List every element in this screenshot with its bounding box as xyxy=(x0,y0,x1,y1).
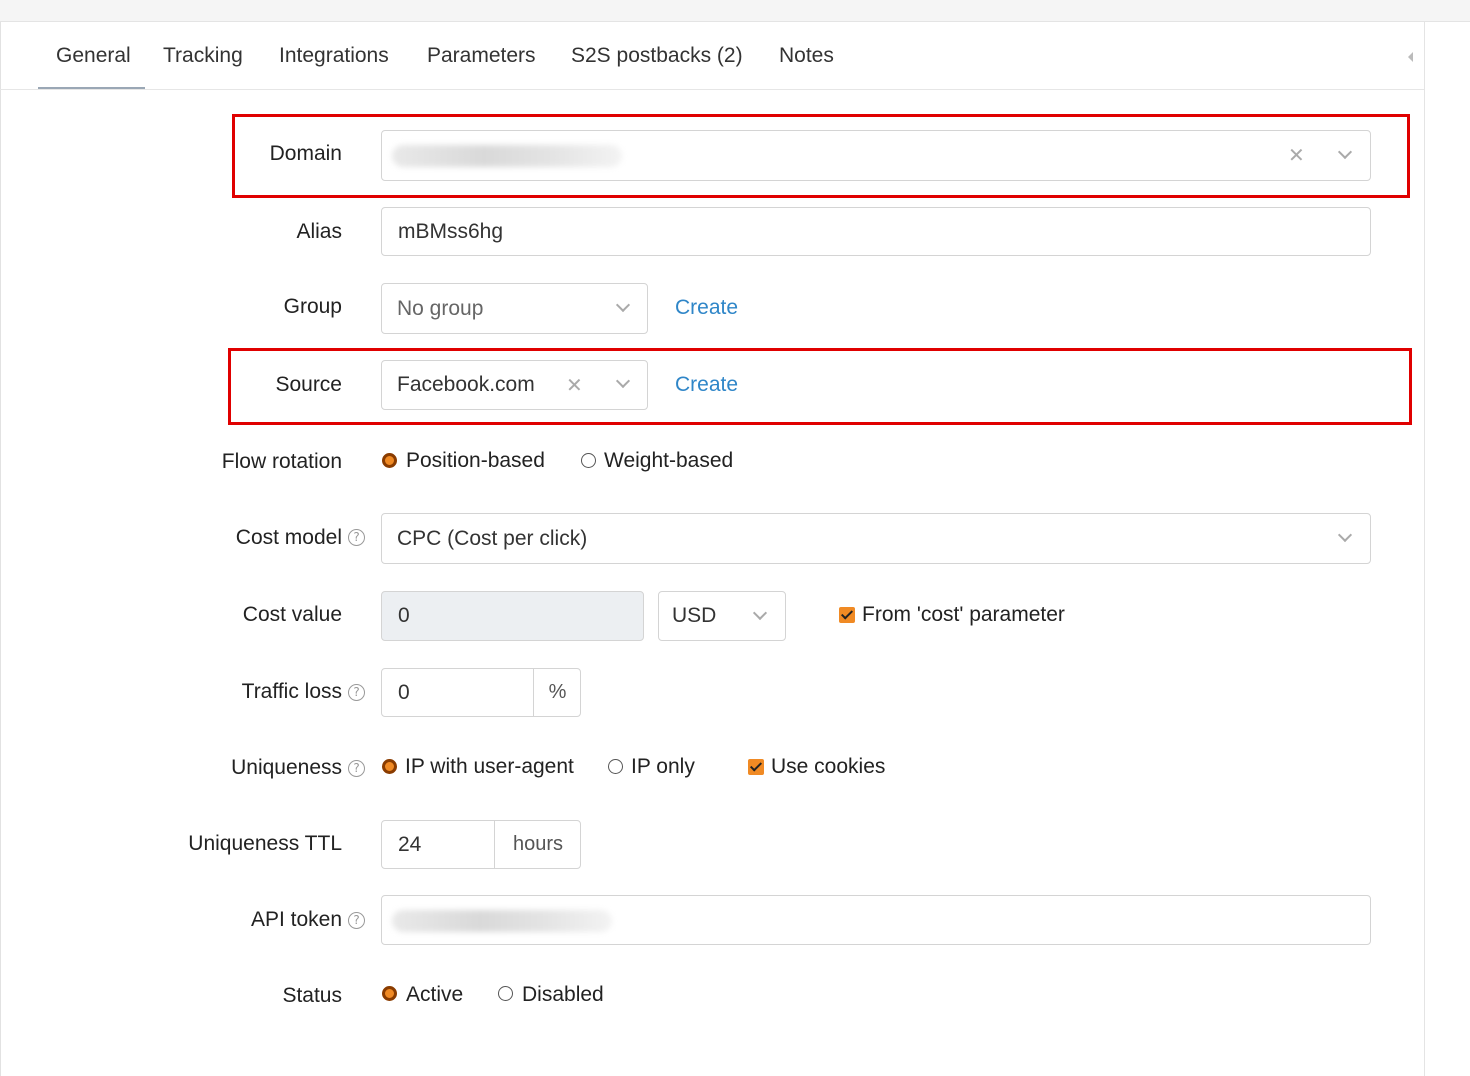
right-side-panel xyxy=(1424,22,1470,1076)
tab-notes[interactable]: Notes xyxy=(779,44,834,68)
group-select[interactable]: No group xyxy=(381,283,648,334)
uniqueness-ttl-label: Uniqueness TTL xyxy=(188,832,342,855)
tab-tracking[interactable]: Tracking xyxy=(163,44,243,68)
active-tab-indicator xyxy=(38,87,145,89)
position-based-radio[interactable] xyxy=(382,453,397,468)
api-token-input[interactable] xyxy=(381,895,1371,945)
group-chevron-down-icon[interactable] xyxy=(615,297,631,313)
currency-chevron-down-icon[interactable] xyxy=(752,605,768,621)
alias-input[interactable]: mBMss6hg xyxy=(381,207,1371,256)
uniqueness-help-icon[interactable]: ? xyxy=(348,760,365,777)
api-token-help-icon[interactable]: ? xyxy=(348,912,365,929)
status-label: Status xyxy=(282,984,342,1007)
cost-model-help-icon[interactable]: ? xyxy=(348,529,365,546)
ip-user-agent-radio[interactable] xyxy=(382,759,397,774)
group-value: No group xyxy=(397,296,484,320)
alias-label: Alias xyxy=(296,220,342,243)
position-based-label: Position-based xyxy=(406,449,545,472)
tab-parameters[interactable]: Parameters xyxy=(427,44,536,68)
left-border xyxy=(0,22,1,1076)
weight-based-radio[interactable] xyxy=(581,453,596,468)
traffic-loss-help-icon[interactable]: ? xyxy=(348,684,365,701)
cost-value-label: Cost value xyxy=(242,603,342,626)
traffic-loss-unit: % xyxy=(533,669,581,716)
uniqueness-ttl-value: 24 xyxy=(398,832,422,856)
traffic-loss-input[interactable]: 0 % xyxy=(381,668,581,717)
from-cost-param-label: From 'cost' parameter xyxy=(862,603,1065,626)
currency-value: USD xyxy=(672,604,717,627)
status-disabled-radio[interactable] xyxy=(498,986,513,1001)
tab-general[interactable]: General xyxy=(56,44,131,68)
cost-value-value: 0 xyxy=(398,604,410,627)
from-cost-param-checkbox[interactable] xyxy=(839,607,855,623)
create-group-link[interactable]: Create xyxy=(675,296,738,320)
alias-value: mBMss6hg xyxy=(398,219,504,243)
traffic-loss-value: 0 xyxy=(398,680,410,704)
uniqueness-ttl-unit: hours xyxy=(494,821,581,868)
uniqueness-label: Uniqueness xyxy=(231,756,342,779)
tab-bar: General Tracking Integrations Parameters… xyxy=(0,22,1424,90)
tab-s2s-postbacks[interactable]: S2S postbacks (2) xyxy=(571,44,743,68)
status-active-label: Active xyxy=(406,983,464,1006)
cost-value-input[interactable]: 0 xyxy=(381,591,644,641)
currency-select[interactable]: USD xyxy=(658,591,786,641)
cost-model-label: Cost model xyxy=(235,526,342,549)
status-disabled-label: Disabled xyxy=(522,983,604,1006)
domain-highlight-box xyxy=(232,114,1410,198)
cost-model-value: CPC (Cost per click) xyxy=(397,526,588,550)
top-bar xyxy=(0,0,1470,22)
api-token-label: API token xyxy=(250,908,342,931)
cost-model-chevron-down-icon[interactable] xyxy=(1337,527,1353,543)
status-active-radio[interactable] xyxy=(382,986,397,1001)
use-cookies-label: Use cookies xyxy=(771,755,886,778)
cost-model-select[interactable]: CPC (Cost per click) xyxy=(381,513,1371,564)
tab-integrations[interactable]: Integrations xyxy=(279,44,389,68)
ip-user-agent-label: IP with user-agent xyxy=(405,755,574,778)
traffic-loss-label: Traffic loss xyxy=(241,680,342,703)
use-cookies-checkbox[interactable] xyxy=(748,759,764,775)
weight-based-label: Weight-based xyxy=(604,449,734,472)
flow-rotation-label: Flow rotation xyxy=(221,450,342,473)
ip-only-radio[interactable] xyxy=(608,759,623,774)
ip-only-label: IP only xyxy=(631,755,695,778)
api-token-value-redacted xyxy=(392,910,612,932)
group-label: Group xyxy=(283,295,342,318)
source-highlight-box xyxy=(228,348,1412,425)
uniqueness-ttl-input[interactable]: 24 hours xyxy=(381,820,581,869)
